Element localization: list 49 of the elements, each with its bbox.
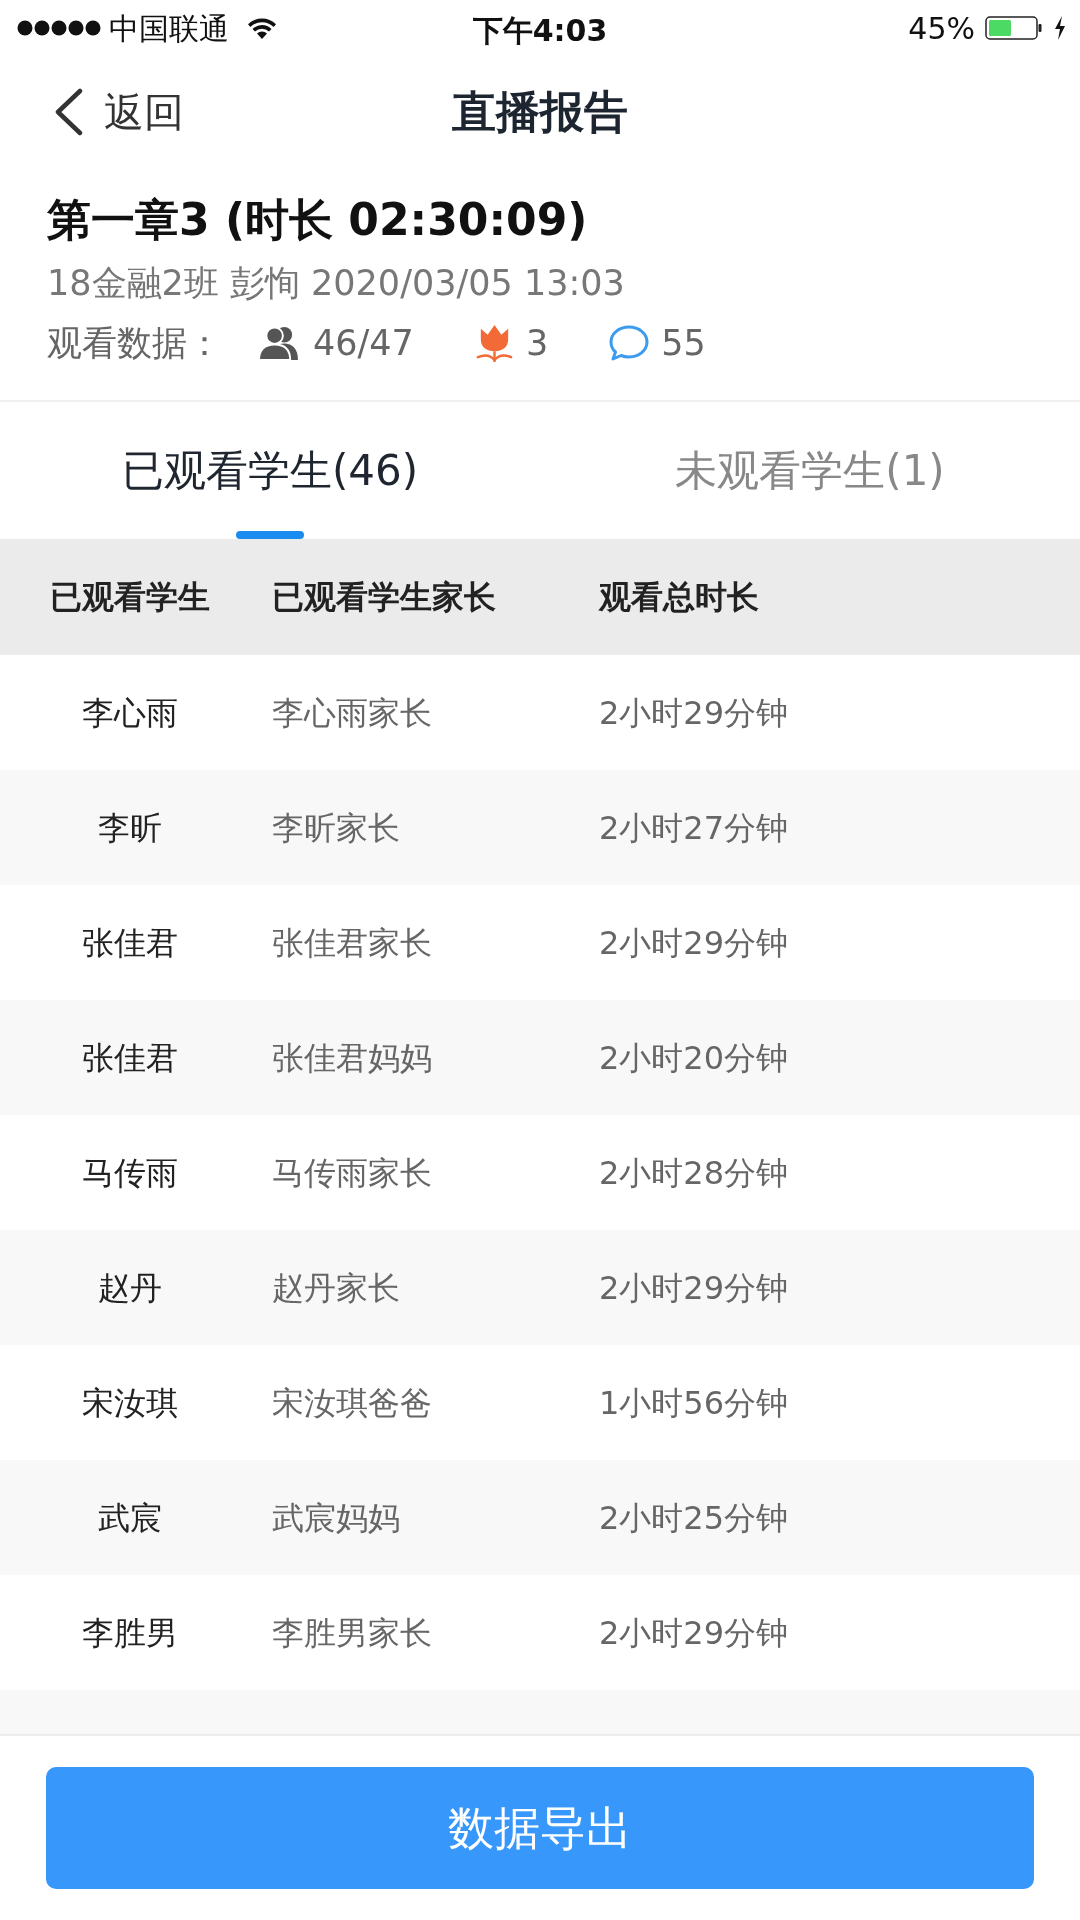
table-cell-text: 李胜男家长 <box>272 1612 433 1654</box>
lesson-info: 18金融2班 彭恂 2020/03/05 13:03 <box>47 263 626 303</box>
table-cell-text: 马传雨家长 <box>272 1152 433 1194</box>
bolt-icon <box>1054 16 1066 40</box>
table-cell-text: 2小时29分钟 <box>599 692 790 734</box>
wifi-icon <box>247 17 277 39</box>
stat-value: 46/47 <box>313 322 414 365</box>
table-cell-text: 2小时27分钟 <box>599 807 790 849</box>
table-cell-text: 张佳君家长 <box>272 922 433 964</box>
status-time: 下午4:03 <box>472 13 608 48</box>
battery-percent: 45% <box>908 9 975 48</box>
tab[interactable]: 未观看学生(1) <box>540 402 1080 539</box>
table-cell-text: 2小时29分钟 <box>599 922 790 964</box>
table-cell-text: 赵丹 <box>97 1267 163 1309</box>
table-cell-text: 赵丹家长 <box>272 1267 401 1309</box>
table-cell-text: 张佳君 <box>81 922 179 964</box>
table-cell-text: 2小时29分钟 <box>599 1267 790 1309</box>
table-cell-text: 李胜男 <box>81 1612 179 1654</box>
battery-icon <box>985 16 1042 40</box>
stats-label: 观看数据： <box>47 322 222 365</box>
carrier-name: 中国联通 <box>109 9 229 48</box>
table-cell-text: 2小时28分钟 <box>599 1152 790 1194</box>
stat-value: 55 <box>661 322 706 365</box>
table-cell-text: 宋汝琪 <box>81 1382 179 1424</box>
column-header: 观看总时长 <box>599 577 760 618</box>
table-cell-text: 张佳君妈妈 <box>272 1037 433 1079</box>
table-cell-text: 李心雨 <box>81 692 179 734</box>
back-button[interactable]: 返回 <box>0 82 184 142</box>
table-cell-text: 李昕 <box>97 807 163 849</box>
table-cell-text: 1小时56分钟 <box>599 1382 790 1424</box>
table-cell-text: 武宸妈妈 <box>272 1497 401 1539</box>
table-cell-text: 马传雨 <box>81 1152 179 1194</box>
table-cell-text: 李昕家长 <box>272 807 401 849</box>
column-header: 已观看学生家长 <box>272 577 497 618</box>
table-cell-text: 张佳君 <box>81 1037 179 1079</box>
back-chevron-icon <box>54 88 84 136</box>
table-cell-text: 2小时25分钟 <box>599 1497 790 1539</box>
stat-value: 3 <box>525 322 549 365</box>
signal-icon <box>17 20 101 36</box>
tab[interactable]: 已观看学生(46) <box>0 402 540 539</box>
page-title: 直播报告 <box>452 85 628 139</box>
table-cell-text: 2小时29分钟 <box>599 1612 790 1654</box>
table-cell-text: 李心雨家长 <box>272 692 433 734</box>
lesson-title: 第一章3 (时长 02:30:09) <box>47 193 589 247</box>
speech-bubble-icon <box>608 324 651 362</box>
table-cell-text: 宋汝琪爸爸 <box>272 1382 433 1424</box>
column-header: 已观看学生 <box>49 577 211 618</box>
table-cell-text: 武宸 <box>97 1497 163 1539</box>
table-cell-text: 2小时20分钟 <box>599 1037 790 1079</box>
